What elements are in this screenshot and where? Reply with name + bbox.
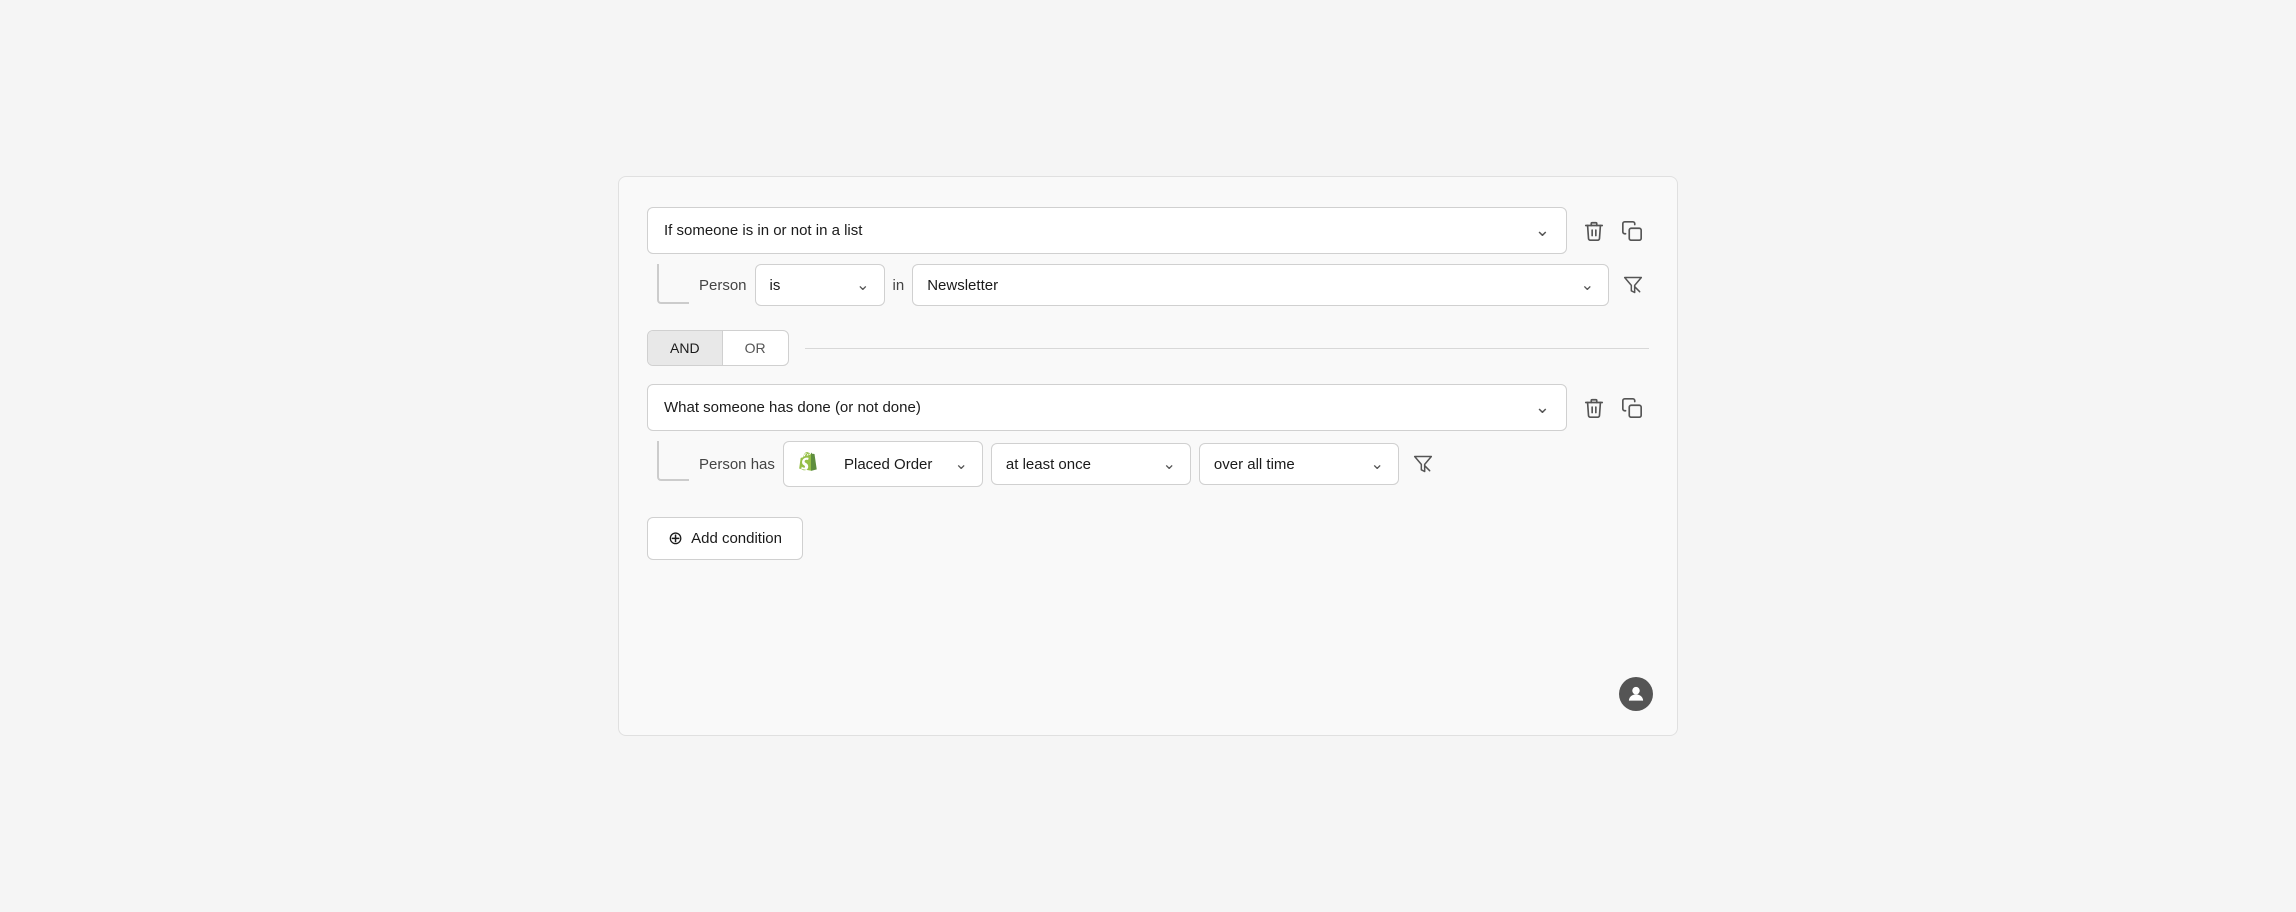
condition-2-filter-button[interactable] bbox=[1407, 448, 1439, 480]
condition-1-actions bbox=[1577, 214, 1649, 248]
and-or-toggle: AND OR bbox=[647, 330, 789, 366]
condition-2-frequency-dropdown[interactable]: at least once ⌄ bbox=[991, 443, 1191, 485]
condition-2-sub-fields: Person has Placed Order ⌄ at least once … bbox=[699, 441, 1649, 487]
avatar[interactable] bbox=[1619, 677, 1653, 711]
and-button[interactable]: AND bbox=[648, 331, 723, 365]
condition-1-delete-button[interactable] bbox=[1577, 214, 1611, 248]
condition-1-person-label: Person bbox=[699, 277, 747, 294]
connector-line-2 bbox=[657, 441, 689, 481]
condition-1-main-label: If someone is in or not in a list bbox=[664, 222, 862, 239]
add-condition-icon: ⊕ bbox=[668, 528, 683, 549]
condition-1-sub-row: Person is ⌄ in Newsletter ⌄ bbox=[647, 264, 1649, 306]
condition-2-person-has-label: Person has bbox=[699, 456, 775, 473]
condition-1-copy-button[interactable] bbox=[1615, 214, 1649, 248]
condition-2-actions bbox=[1577, 391, 1649, 425]
condition-1-chevron-icon: ⌄ bbox=[1535, 220, 1550, 241]
condition-1-newsletter-label: Newsletter bbox=[927, 277, 998, 294]
condition-1-in-label: in bbox=[893, 277, 905, 294]
add-condition-label: Add condition bbox=[691, 530, 782, 547]
conditions-panel: If someone is in or not in a list ⌄ Pers… bbox=[618, 176, 1678, 736]
condition-1-is-dropdown[interactable]: is ⌄ bbox=[755, 264, 885, 306]
condition-2-delete-button[interactable] bbox=[1577, 391, 1611, 425]
or-button[interactable]: OR bbox=[723, 331, 788, 365]
condition-2-placed-order-chevron-icon: ⌄ bbox=[954, 454, 967, 474]
condition-1-filter-button[interactable] bbox=[1617, 269, 1649, 301]
condition-2-sub-row: Person has Placed Order ⌄ at least once … bbox=[647, 441, 1649, 487]
condition-2-time-label: over all time bbox=[1214, 456, 1295, 473]
condition-2-frequency-label: at least once bbox=[1006, 456, 1091, 473]
condition-block-2: What someone has done (or not done) ⌄ Pe… bbox=[647, 384, 1649, 487]
condition-2-main-dropdown[interactable]: What someone has done (or not done) ⌄ bbox=[647, 384, 1567, 431]
condition-1-main-dropdown[interactable]: If someone is in or not in a list ⌄ bbox=[647, 207, 1567, 254]
condition-2-chevron-icon: ⌄ bbox=[1535, 397, 1550, 418]
connector-line-1 bbox=[657, 264, 689, 304]
condition-2-copy-button[interactable] bbox=[1615, 391, 1649, 425]
condition-2-time-dropdown[interactable]: over all time ⌄ bbox=[1199, 443, 1399, 485]
condition-2-frequency-chevron-icon: ⌄ bbox=[1162, 454, 1175, 474]
condition-1-sub-fields: Person is ⌄ in Newsletter ⌄ bbox=[699, 264, 1649, 306]
condition-block-1: If someone is in or not in a list ⌄ Pers… bbox=[647, 207, 1649, 306]
condition-2-placed-order-dropdown[interactable]: Placed Order ⌄ bbox=[783, 441, 983, 487]
separator-line bbox=[805, 348, 1649, 349]
condition-1-is-chevron-icon: ⌄ bbox=[856, 275, 869, 295]
condition-1-is-label: is bbox=[770, 277, 781, 294]
and-or-section: AND OR bbox=[647, 330, 1649, 366]
add-condition-button[interactable]: ⊕ Add condition bbox=[647, 517, 803, 560]
shopify-icon bbox=[798, 452, 818, 476]
condition-1-newsletter-chevron-icon: ⌄ bbox=[1581, 275, 1594, 295]
condition-2-main-label: What someone has done (or not done) bbox=[664, 399, 921, 416]
condition-1-newsletter-dropdown[interactable]: Newsletter ⌄ bbox=[912, 264, 1609, 306]
condition-2-placed-order-label: Placed Order bbox=[844, 456, 932, 473]
condition-2-time-chevron-icon: ⌄ bbox=[1370, 454, 1383, 474]
